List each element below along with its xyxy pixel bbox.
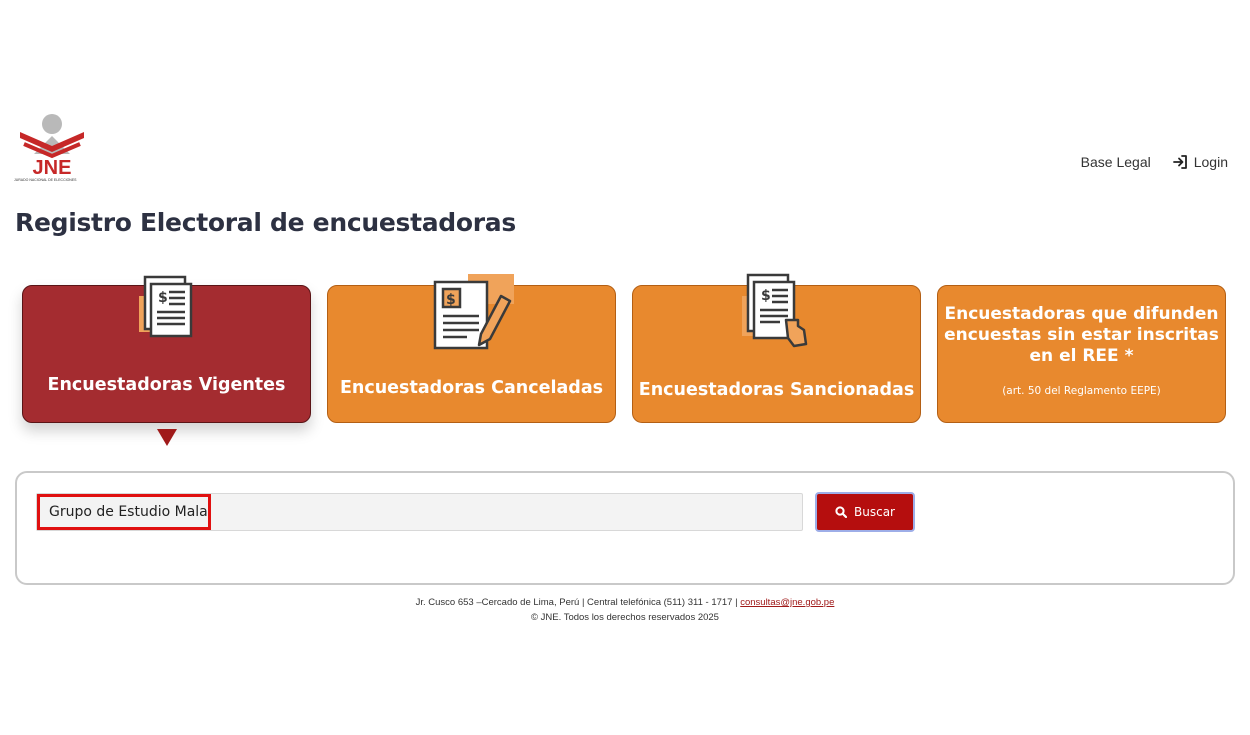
active-card-pointer <box>157 429 177 446</box>
logo-text: JNE <box>33 157 72 178</box>
base-legal-link[interactable]: Base Legal <box>1081 154 1151 170</box>
card-subtitle: (art. 50 del Reglamento EEPE) <box>1002 385 1161 397</box>
card-label: Encuestadoras Vigentes <box>47 375 286 395</box>
jne-logo-icon: JNE <box>20 114 84 178</box>
search-input[interactable] <box>36 493 803 531</box>
base-legal-label: Base Legal <box>1080 154 1151 170</box>
search-button[interactable]: Buscar <box>815 492 915 532</box>
search-button-label: Buscar <box>854 505 895 519</box>
login-label: Login <box>1193 154 1228 170</box>
card-encuestadoras-no-inscritas[interactable]: Encuestadoras que difunden encuestas sin… <box>937 285 1226 423</box>
top-nav: Base Legal Login <box>1081 154 1228 170</box>
card-encuestadoras-sancionadas[interactable]: $ Encuestadoras Sancionadas <box>632 273 921 423</box>
jne-logo[interactable]: JNE JURADO NACIONAL DE ELECCIONES <box>14 112 90 184</box>
login-link[interactable]: Login <box>1172 154 1228 170</box>
login-icon <box>1172 155 1187 169</box>
page-title: Registro Electoral de encuestadoras <box>15 208 516 237</box>
svg-text:$: $ <box>761 288 771 304</box>
header: JNE JURADO NACIONAL DE ELECCIONES Base L… <box>0 110 1250 190</box>
card-label: Encuestadoras Canceladas <box>339 378 604 398</box>
document-pencil-icon: $ <box>431 274 517 357</box>
card-title: Encuestadoras que difunden encuestas sin… <box>944 304 1219 366</box>
footer-contact: Jr. Cusco 653 –Cercado de Lima, Perú | C… <box>0 595 1250 610</box>
footer-email-link[interactable]: consultas@jne.gob.pe <box>740 597 834 608</box>
svg-text:$: $ <box>158 290 168 306</box>
footer: Jr. Cusco 653 –Cercado de Lima, Perú | C… <box>0 595 1250 625</box>
card-encuestadoras-vigentes[interactable]: $ Encuestadoras Vigentes <box>22 275 311 423</box>
svg-text:$: $ <box>446 292 456 308</box>
search-icon <box>835 506 847 518</box>
card-encuestadoras-canceladas[interactable]: $ Encuestadoras Canceladas <box>327 274 616 423</box>
invoice-icon: $ <box>135 274 199 345</box>
card-label: Encuestadoras Sancionadas <box>638 380 915 400</box>
logo-caption: JURADO NACIONAL DE ELECCIONES <box>14 178 77 182</box>
footer-address: Jr. Cusco 653 –Cercado de Lima, Perú | C… <box>415 597 738 608</box>
footer-copyright: © JNE. Todos los derechos reservados 202… <box>531 612 719 623</box>
document-hand-icon: $ <box>738 272 818 357</box>
